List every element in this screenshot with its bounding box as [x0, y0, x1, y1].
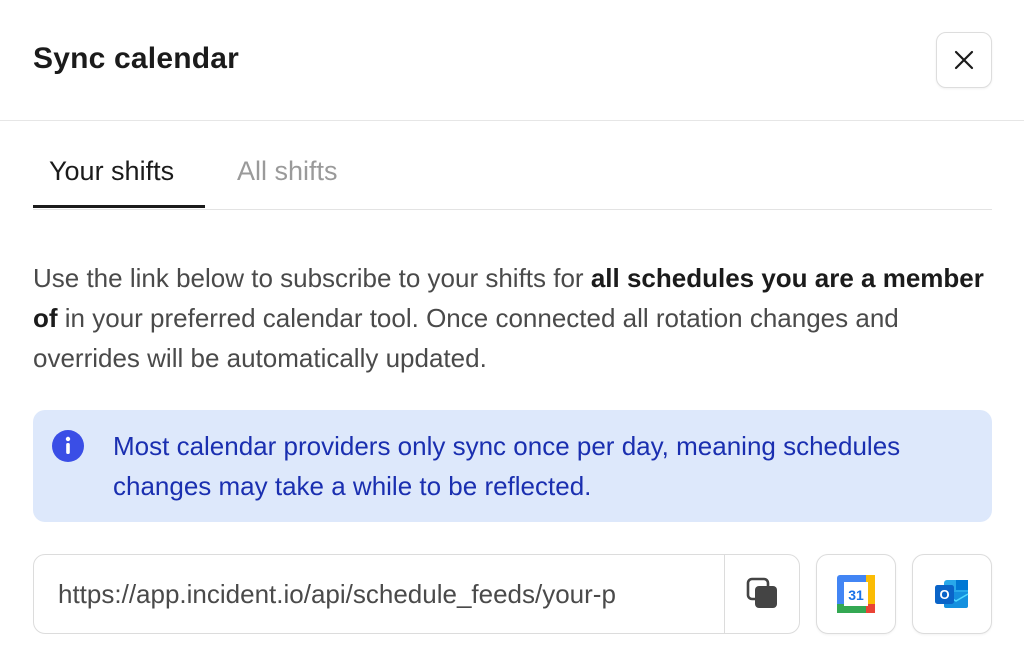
- feed-url-field: [33, 554, 800, 634]
- feed-url-input[interactable]: [34, 555, 724, 633]
- description-part-1: Use the link below to subscribe to your …: [33, 263, 591, 293]
- description-text: Use the link below to subscribe to your …: [33, 258, 993, 378]
- google-calendar-icon: 31: [837, 575, 875, 613]
- modal-title: Sync calendar: [33, 42, 240, 75]
- tab-all-shifts[interactable]: All shifts: [237, 156, 338, 187]
- callout-text: Most calendar providers only sync once p…: [113, 431, 901, 501]
- outlook-icon: O: [935, 580, 969, 608]
- copy-icon: [746, 577, 777, 608]
- tab-your-shifts[interactable]: Your shifts: [49, 156, 174, 187]
- close-button[interactable]: [936, 32, 992, 88]
- tab-bar: Your shifts All shifts: [33, 150, 992, 210]
- google-calendar-day: 31: [848, 587, 864, 603]
- active-tab-indicator: [33, 205, 205, 208]
- info-callout: Most calendar providers only sync once p…: [33, 410, 992, 522]
- modal-header: Sync calendar: [0, 0, 1024, 121]
- outlook-letter: O: [939, 587, 949, 602]
- outlook-button[interactable]: O: [912, 554, 992, 634]
- info-icon: [52, 430, 84, 462]
- sync-calendar-modal: Sync calendar Your shifts All shifts Use…: [0, 0, 1024, 666]
- copy-url-button[interactable]: [724, 555, 799, 633]
- close-icon: [954, 50, 974, 70]
- description-part-2: in your preferred calendar tool. Once co…: [33, 303, 899, 373]
- google-calendar-button[interactable]: 31: [816, 554, 896, 634]
